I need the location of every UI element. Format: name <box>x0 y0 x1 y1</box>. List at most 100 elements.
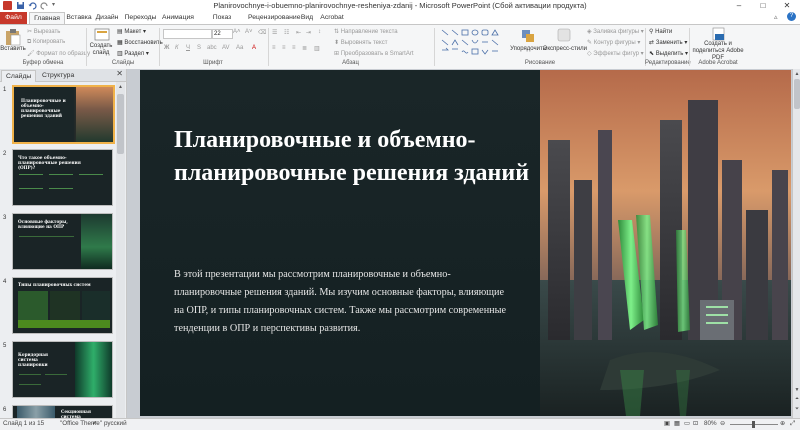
zoom-in-icon[interactable]: ⊕ <box>780 420 785 427</box>
shapes-gallery[interactable] <box>440 28 502 58</box>
zoom-slider-thumb[interactable] <box>752 421 755 428</box>
minimize-button[interactable]: – <box>728 0 750 12</box>
slide-thumbnail-4[interactable]: Типы планировочных систем <box>12 277 113 334</box>
shape-effects-button[interactable]: ◇ Эффекты фигур ▾ <box>587 50 644 57</box>
ribbon: Вставить ✂ Вырезать ⧉ Копировать 🖌 Форма… <box>0 24 800 70</box>
section-button[interactable]: ▥ Раздел ▾ <box>117 50 149 57</box>
change-case-icon[interactable]: Aa <box>236 45 243 51</box>
help-icon[interactable]: ? <box>787 12 796 21</box>
line-spacing-icon[interactable]: ↕ <box>318 29 321 35</box>
separator <box>159 28 160 66</box>
bold-button[interactable]: Ж <box>164 45 169 51</box>
increase-indent-icon[interactable]: ⇥ <box>306 29 311 36</box>
find-button[interactable]: ⚲ Найти <box>649 28 672 35</box>
font-size-field[interactable]: 22 <box>212 29 233 39</box>
tab-acrobat[interactable]: Acrobat <box>318 12 346 24</box>
fit-slide-icon[interactable]: ⤢ <box>790 420 795 428</box>
justify-icon[interactable]: ≣ <box>302 45 307 52</box>
new-slide-button[interactable]: Создать слайд <box>88 43 114 57</box>
char-spacing-icon[interactable]: AV <box>222 45 230 51</box>
layout-button[interactable]: ▤ Макет ▾ <box>117 28 146 35</box>
tab-design[interactable]: Дизайн <box>95 12 119 24</box>
slide-thumbnail-2[interactable]: Что такое объемно-планировочные решения … <box>12 149 113 206</box>
shape-fill-button[interactable]: ◈ Заливка фигуры ▾ <box>587 28 644 35</box>
slide-body-text[interactable]: В этой презентации мы рассмотрим планиро… <box>174 266 514 338</box>
slide-number: 1 <box>3 87 7 93</box>
tab-slides[interactable]: Слайды <box>1 70 37 82</box>
italic-button[interactable]: К <box>175 45 179 51</box>
slide-thumbnail-1[interactable]: Планировочные и объемно-планировочные ре… <box>12 85 115 144</box>
normal-view-icon[interactable]: ▣ <box>664 420 670 427</box>
scroll-up-icon[interactable]: ▲ <box>794 71 800 77</box>
slideshow-icon[interactable]: ⊡ <box>693 420 698 427</box>
shadow-button[interactable]: abc <box>207 45 217 51</box>
tab-outline[interactable]: Структура <box>38 70 78 81</box>
columns-icon[interactable]: ▥ <box>314 45 320 52</box>
tab-home[interactable]: Главная <box>29 12 65 24</box>
tab-review[interactable]: Рецензирование <box>248 12 300 24</box>
paste-icon[interactable] <box>5 28 21 48</box>
close-window-button[interactable]: ✕ <box>776 0 798 12</box>
next-slide-icon[interactable]: ⏷ <box>794 406 800 412</box>
zoom-out-icon[interactable]: ⊖ <box>720 420 725 427</box>
numbering-icon[interactable]: ☷ <box>284 29 289 36</box>
reset-button[interactable]: ▦ Восстановить <box>117 39 163 46</box>
align-right-icon[interactable]: ≡ <box>292 45 296 51</box>
replace-button[interactable]: ⇄ Заменить ▾ <box>649 39 687 46</box>
tab-slideshow[interactable]: Показ слайдов <box>199 12 245 33</box>
editor-scrollbar[interactable]: ▲ ▼ ⏶ ⏷ <box>792 69 800 418</box>
slide-thumbnail-6[interactable]: Секционная система планировки <box>12 405 113 419</box>
slide-thumbnail-5[interactable]: Коридорная система планировки <box>12 341 113 398</box>
align-text-button[interactable]: ⬍ Выровнять текст <box>334 39 387 46</box>
underline-button[interactable]: Ч <box>186 45 190 51</box>
grow-font-icon[interactable]: A˄ <box>233 29 241 35</box>
bullets-icon[interactable]: ☰ <box>272 29 277 36</box>
scroll-thumb[interactable] <box>117 94 124 154</box>
font-name-field[interactable] <box>163 29 212 39</box>
tab-transitions[interactable]: Переходы <box>124 12 157 24</box>
slide-canvas[interactable]: Планировочные и объемно-планировочные ре… <box>140 70 791 416</box>
paste-button[interactable]: Вставить <box>0 46 26 52</box>
arrange-icon[interactable] <box>521 29 535 45</box>
tab-file[interactable]: Файл <box>0 12 27 24</box>
tab-insert[interactable]: Вставка <box>65 12 93 24</box>
create-pdf-button[interactable]: Создать и поделиться Adobe PDF <box>690 41 746 62</box>
cut-button[interactable]: ✂ Вырезать <box>27 28 60 35</box>
format-painter-button[interactable]: 🖌 Формат по образцу <box>27 50 90 57</box>
decrease-indent-icon[interactable]: ⇤ <box>296 29 301 36</box>
minimize-ribbon-icon[interactable]: ▵ <box>774 13 778 21</box>
scroll-up-icon[interactable]: ▲ <box>117 84 124 90</box>
slide-title[interactable]: Планировочные и объемно-планировочные ре… <box>174 124 534 190</box>
zoom-level[interactable]: 80% <box>704 420 717 427</box>
strikethrough-button[interactable]: S <box>197 45 201 51</box>
paragraph-group-label: Абзац <box>342 60 359 66</box>
close-panel-icon[interactable]: ✕ <box>116 69 123 78</box>
previous-slide-icon[interactable]: ⏶ <box>794 396 800 402</box>
copy-button[interactable]: ⧉ Копировать <box>27 39 65 46</box>
thumbnail-block <box>18 320 110 328</box>
align-left-icon[interactable]: ≡ <box>272 45 276 51</box>
font-color-icon[interactable]: A <box>252 45 256 51</box>
slide-sorter-icon[interactable]: ▦ <box>674 420 680 427</box>
smartart-button[interactable]: ⊞ Преобразовать в SmartArt <box>334 50 413 57</box>
reading-view-icon[interactable]: ▭ <box>684 420 690 427</box>
select-button[interactable]: ⬉ Выделить ▾ <box>649 50 688 57</box>
quick-styles-icon[interactable] <box>557 28 571 44</box>
scroll-thumb[interactable] <box>794 79 800 109</box>
slide-thumbnail-3[interactable]: Основные факторы, влияющие на ОПР <box>12 213 113 270</box>
text-direction-button[interactable]: ⇅ Направление текста <box>334 28 398 35</box>
scroll-down-icon[interactable]: ▼ <box>794 387 800 393</box>
new-slide-icon[interactable] <box>94 28 110 44</box>
tab-animation[interactable]: Анимация <box>161 12 195 24</box>
quick-styles-button[interactable]: Экспресс-стили <box>542 46 588 52</box>
panel-scrollbar[interactable]: ▲ <box>116 82 125 418</box>
align-center-icon[interactable]: ≡ <box>282 45 286 51</box>
spellcheck-icon[interactable]: ✔ <box>92 420 97 427</box>
thumbnail-block <box>19 384 41 391</box>
maximize-button[interactable]: □ <box>752 0 774 12</box>
clear-format-icon[interactable]: ⌫ <box>258 29 266 36</box>
shrink-font-icon[interactable]: A˅ <box>245 29 253 35</box>
shape-outline-button[interactable]: ✎ Контур фигуры ▾ <box>587 39 640 46</box>
tab-view[interactable]: Вид <box>298 12 316 24</box>
language[interactable]: русский <box>104 420 127 427</box>
